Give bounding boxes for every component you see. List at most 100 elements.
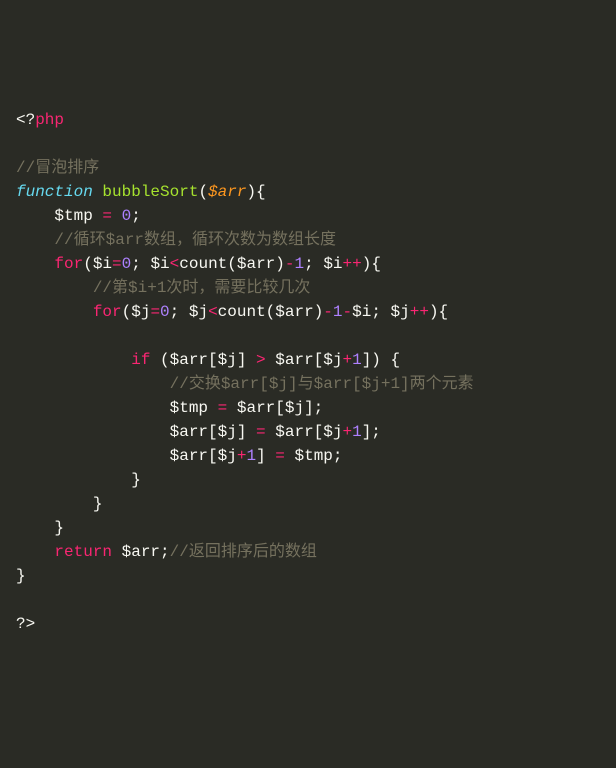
op: +: [342, 423, 352, 441]
code-line: $arr[$j+1] = $tmp;: [16, 444, 600, 468]
number: 1: [246, 447, 256, 465]
paren: (: [198, 183, 208, 201]
space: [93, 207, 103, 225]
number: 1: [295, 255, 305, 273]
var: $arr: [170, 447, 208, 465]
var: $arr: [275, 303, 313, 321]
code-line: function bubbleSort($arr){: [16, 180, 600, 204]
space: [93, 183, 103, 201]
param: $arr: [208, 183, 246, 201]
var: $i: [150, 255, 169, 273]
sep: ;: [304, 255, 323, 273]
indent: [16, 255, 54, 273]
op: -: [323, 303, 333, 321]
number: 0: [122, 255, 132, 273]
number: 1: [333, 303, 343, 321]
brace: ]) {: [362, 351, 400, 369]
comment: //交换$arr[$j]与$arr[$j+1]两个元素: [170, 375, 474, 393]
op: >: [256, 351, 266, 369]
var: $tmp: [294, 447, 332, 465]
space: [112, 543, 122, 561]
bracket: ]: [237, 423, 256, 441]
code-line: ?>: [16, 612, 600, 636]
semi: ;: [131, 207, 141, 225]
var: $j: [323, 351, 342, 369]
call: count(: [218, 303, 276, 321]
brace: }: [16, 567, 26, 585]
comment: //第$i+1次时，需要比较几次: [93, 279, 311, 297]
var: $arr: [237, 255, 275, 273]
paren: (: [150, 351, 169, 369]
var: $j: [218, 351, 237, 369]
indent: [16, 279, 93, 297]
indent: [16, 399, 170, 417]
code-line: //循环$arr数组，循环次数为数组长度: [16, 228, 600, 252]
comment: //循环$arr数组，循环次数为数组长度: [54, 231, 336, 249]
php-close: ?>: [16, 615, 35, 633]
indent: [16, 231, 54, 249]
indent: [16, 303, 93, 321]
var: $arr: [275, 351, 313, 369]
keyword-for: for: [93, 303, 122, 321]
blank-line: [16, 132, 600, 156]
bracket: ]: [256, 447, 275, 465]
number: 0: [160, 303, 170, 321]
paren: ): [314, 303, 324, 321]
op: ++: [343, 255, 362, 273]
var: $j: [391, 303, 410, 321]
keyword-if: if: [131, 351, 150, 369]
number: 1: [352, 423, 362, 441]
var: $arr: [170, 351, 208, 369]
code-line: $tmp = $arr[$j];: [16, 396, 600, 420]
space: [266, 351, 276, 369]
paren: ): [275, 255, 285, 273]
var: $j: [131, 303, 150, 321]
indent: [16, 207, 54, 225]
indent: [16, 375, 170, 393]
code-line: $tmp = 0;: [16, 204, 600, 228]
brace: ){: [429, 303, 448, 321]
function-name: bubbleSort: [102, 183, 198, 201]
var: $i: [352, 303, 371, 321]
comment: //返回排序后的数组: [170, 543, 317, 561]
sep: ;: [170, 303, 189, 321]
php-open: <?: [16, 111, 35, 129]
op: -: [343, 303, 353, 321]
code-line: }: [16, 564, 600, 588]
var: $tmp: [170, 399, 208, 417]
number: 0: [122, 207, 132, 225]
brace: }: [16, 495, 102, 513]
op: -: [285, 255, 295, 273]
code-line: for($j=0; $j<count($arr)-1-$i; $j++){: [16, 300, 600, 324]
var: $j: [323, 423, 342, 441]
code-line: //第$i+1次时，需要比较几次: [16, 276, 600, 300]
op: +: [342, 351, 352, 369]
code-line: }: [16, 468, 600, 492]
var: $arr: [237, 399, 275, 417]
number: 1: [352, 351, 362, 369]
var: $j: [218, 447, 237, 465]
code-line: }: [16, 492, 600, 516]
php-open-kw: php: [35, 111, 64, 129]
code-line: }: [16, 516, 600, 540]
blank-line: [16, 588, 600, 612]
call: count(: [179, 255, 237, 273]
var: $i: [93, 255, 112, 273]
var: $arr: [170, 423, 208, 441]
brace: }: [16, 519, 64, 537]
keyword-return: return: [54, 543, 112, 561]
var: $j: [218, 423, 237, 441]
op: =: [102, 207, 112, 225]
indent: [16, 423, 170, 441]
comment: //冒泡排序: [16, 159, 99, 177]
var: $arr: [275, 423, 313, 441]
op: =: [150, 303, 160, 321]
brace: ){: [362, 255, 381, 273]
bracket: [: [275, 399, 285, 417]
op: ++: [410, 303, 429, 321]
op: =: [218, 399, 228, 417]
paren: (: [83, 255, 93, 273]
bracket: [: [208, 423, 218, 441]
code-line: if ($arr[$j] > $arr[$j+1]) {: [16, 348, 600, 372]
code-line: //冒泡排序: [16, 156, 600, 180]
